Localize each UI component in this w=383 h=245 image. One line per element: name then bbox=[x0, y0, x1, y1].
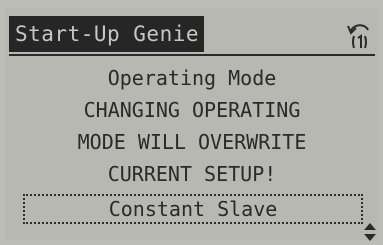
back-arrow-icon[interactable] bbox=[341, 18, 377, 52]
up-down-arrows-icon bbox=[364, 223, 376, 241]
parameter-heading: Operating Mode bbox=[107, 66, 277, 90]
screen-title: Start-Up Genie bbox=[9, 16, 204, 52]
header-divider bbox=[9, 54, 375, 56]
display-bezel: Start-Up Genie Operating Mode CHANGING O… bbox=[0, 0, 383, 245]
warning-line-3: CURRENT SETUP! bbox=[107, 162, 277, 186]
lcd-screen: Start-Up Genie Operating Mode CHANGING O… bbox=[5, 8, 378, 241]
warning-line-2: MODE WILL OVERWRITE bbox=[77, 130, 307, 154]
operating-mode-value[interactable]: Constant Slave bbox=[23, 194, 363, 224]
warning-line-1: CHANGING OPERATING bbox=[83, 98, 301, 122]
